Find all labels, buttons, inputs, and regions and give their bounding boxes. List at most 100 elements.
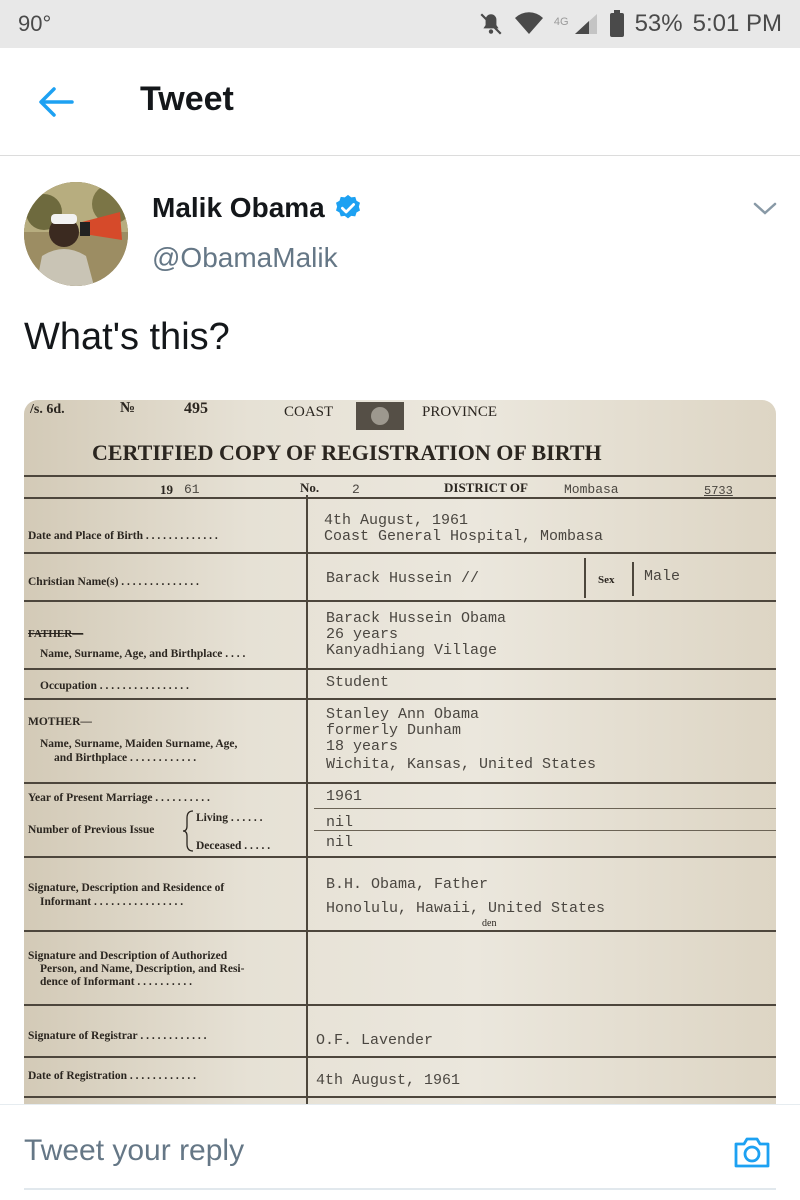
divider	[24, 552, 776, 554]
app-header: Tweet	[0, 48, 800, 156]
divider	[584, 558, 586, 598]
cert-father-value-3: Kanyadhiang Village	[326, 642, 498, 659]
cert-title: CERTIFIED COPY OF REGISTRATION OF BIRTH	[92, 440, 602, 465]
wifi-icon	[514, 12, 544, 36]
reply-underline	[24, 1188, 776, 1190]
cert-marriage-label: Year of Present Marriage . . . . . . . .…	[28, 792, 210, 804]
cert-year-suffix: 61	[184, 482, 200, 497]
divider	[24, 600, 776, 602]
cert-occupation-value: Student	[326, 674, 390, 691]
cert-living-value: nil	[326, 814, 354, 831]
birth-certificate-image: /s. 6d. № 495 COAST PROVINCE CERTIFIED C…	[24, 400, 776, 1105]
cert-mother-label: MOTHER—	[28, 716, 92, 728]
cert-informant-value-3: den	[482, 918, 497, 929]
cert-no-value: 2	[352, 482, 360, 497]
author-handle[interactable]: @ObamaMalik	[152, 242, 338, 274]
network-type: 4G	[553, 16, 569, 28]
reply-input[interactable]: Tweet your reply	[24, 1134, 244, 1168]
divider	[24, 930, 776, 932]
cert-dob-value-1: 4th August, 1961	[324, 512, 469, 529]
cert-mother-value-3: 18 years	[326, 738, 399, 755]
divider	[24, 497, 776, 499]
cert-number-label: №	[120, 400, 136, 416]
battery-percent: 53%	[634, 10, 683, 37]
verified-icon	[335, 194, 360, 219]
cert-father-value-1: Barack Hussein Obama	[326, 610, 507, 627]
cert-authorized-2: Person, and Name, Description, and Resi-	[40, 963, 245, 975]
cert-father-value-2: 26 years	[326, 626, 399, 643]
divider	[632, 562, 634, 596]
cert-informant-value-2: Honolulu, Hawaii, United States	[326, 900, 606, 917]
tweet-options-button[interactable]	[752, 200, 778, 218]
cert-district-label: DISTRICT OF	[444, 480, 528, 495]
cert-year-prefix: 19	[160, 482, 173, 497]
author-name[interactable]: Malik Obama	[152, 192, 363, 224]
cert-christian-label: Christian Name(s) . . . . . . . . . . . …	[28, 576, 199, 588]
cert-district-value: Mombasa	[564, 482, 619, 497]
divider	[306, 495, 308, 1105]
cert-informant-label-1: Signature, Description and Residence of	[28, 882, 225, 894]
cert-father-sub: Name, Surname, Age, and Birthplace . . .…	[40, 648, 246, 660]
mute-icon	[478, 11, 504, 37]
divider	[24, 1056, 776, 1058]
divider	[24, 668, 776, 670]
cert-issue-label: Number of Previous Issue	[28, 824, 155, 836]
chevron-down-icon	[753, 202, 777, 215]
camera-button[interactable]	[732, 1134, 772, 1170]
divider	[24, 782, 776, 784]
cert-authorized-1: Signature and Description of Authorized	[28, 950, 228, 962]
cert-dob-value-2: Coast General Hospital, Mombasa	[324, 528, 604, 545]
divider	[24, 475, 776, 477]
cert-deceased-value: nil	[326, 834, 354, 851]
cert-mother-sub-2: and Birthplace . . . . . . . . . . . .	[54, 752, 197, 764]
cert-father-label: FATHER—	[28, 628, 84, 640]
divider	[24, 1004, 776, 1006]
cert-no-label: No.	[300, 480, 320, 495]
cert-mother-value-4: Wichita, Kansas, United States	[326, 756, 597, 773]
cert-registrar-label: Signature of Registrar . . . . . . . . .…	[28, 1030, 207, 1042]
divider	[314, 830, 776, 831]
divider	[314, 808, 776, 809]
signal-icon	[573, 12, 599, 36]
cert-occupation-label: Occupation . . . . . . . . . . . . . . .…	[40, 680, 189, 692]
avatar[interactable]	[24, 182, 128, 286]
cert-christian-value: Barack Hussein //	[326, 570, 480, 587]
clock: 5:01 PM	[692, 10, 782, 37]
cert-number: 495	[184, 400, 208, 417]
tweet-text: What's this?	[24, 316, 230, 358]
coat-of-arms-icon	[356, 402, 404, 430]
cert-province: PROVINCE	[422, 404, 498, 420]
cert-top-left: /s. 6d.	[30, 402, 65, 417]
cert-deceased-label: Deceased . . . . .	[196, 840, 271, 852]
cert-coast: COAST	[284, 404, 334, 420]
cert-ref: 5733	[704, 484, 733, 498]
cert-living-label: Living . . . . . .	[196, 812, 263, 824]
temperature-text: 90°	[18, 11, 52, 36]
divider	[24, 1096, 776, 1098]
cert-informant-value-1: B.H. Obama, Father	[326, 876, 489, 893]
cert-marriage-value: 1961	[326, 788, 363, 805]
cert-registration-value: 4th August, 1961	[316, 1072, 461, 1089]
cert-authorized-3: dence of Informant . . . . . . . . . .	[40, 976, 193, 988]
cert-dob-label: Date and Place of Birth . . . . . . . . …	[28, 530, 218, 542]
brace-icon	[182, 810, 194, 852]
status-icons: 4G 53% 5:01 PM	[478, 10, 782, 38]
divider	[24, 856, 776, 858]
cert-mother-sub-1: Name, Surname, Maiden Surname, Age,	[40, 738, 238, 750]
tweet-image[interactable]: /s. 6d. № 495 COAST PROVINCE CERTIFIED C…	[24, 400, 776, 1105]
camera-icon	[734, 1137, 770, 1168]
page-title: Tweet	[140, 80, 234, 118]
back-arrow-icon	[39, 87, 74, 117]
cert-sex-label: Sex	[598, 574, 615, 586]
cert-registrar-value: O.F. Lavender	[316, 1032, 434, 1049]
cert-registration-label: Date of Registration . . . . . . . . . .…	[28, 1070, 197, 1082]
author-name-text: Malik Obama	[152, 192, 325, 223]
back-button[interactable]	[36, 84, 76, 120]
cert-sex-value: Male	[644, 568, 681, 585]
battery-icon	[609, 10, 625, 38]
cert-mother-value-2: formerly Dunham	[326, 722, 462, 739]
divider	[24, 698, 776, 700]
status-bar: 90° 4G 53% 5:01 PM	[0, 0, 800, 48]
cert-mother-value-1: Stanley Ann Obama	[326, 706, 480, 723]
cert-informant-label-2: Informant . . . . . . . . . . . . . . . …	[40, 896, 184, 908]
